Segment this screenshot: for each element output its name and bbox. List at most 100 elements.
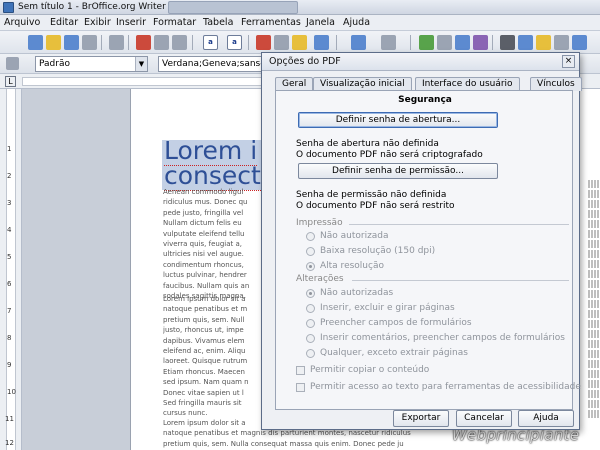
tab-vinculos[interactable]: Vínculos: [530, 77, 582, 91]
navigator-icon[interactable]: [518, 35, 533, 50]
permission-restriction-status: O documento PDF não será restrito: [296, 201, 455, 211]
paragraph-2[interactable]: Lorem ipsum dolor sit a natoque penatibu…: [163, 295, 269, 420]
permission-password-status: Senha de permissão não definida: [296, 190, 447, 200]
paragraph-line: sed ipsum. Nam quam n: [163, 378, 249, 387]
export-pdf-icon[interactable]: [136, 35, 151, 50]
menu-formatar[interactable]: Formatar: [153, 17, 196, 28]
radio-changes-fill-forms[interactable]: [306, 319, 315, 328]
nonprinting-characters-icon[interactable]: [572, 35, 587, 50]
dialog-tabs: Geral Visualização inicial Interface do …: [275, 75, 582, 91]
checkbox-allow-accessibility[interactable]: [296, 383, 305, 392]
paragraph-line: ridiculus mus. Donec qu: [163, 198, 248, 207]
radio-changes-any[interactable]: [306, 349, 315, 358]
styles-formatting-icon[interactable]: [6, 57, 19, 70]
ruler-number: 2: [7, 172, 12, 180]
changes-fill-forms-label: Preencher campos de formulários: [320, 318, 472, 328]
undo-icon[interactable]: [351, 35, 366, 50]
paragraph-line: vulputate eleifend tellu: [163, 229, 245, 238]
ruler-number: 8: [7, 334, 12, 342]
checkbox-allow-copy[interactable]: [296, 366, 305, 375]
ruler-number: 11: [5, 415, 14, 423]
menu-ferramentas[interactable]: Ferramentas: [241, 17, 301, 28]
show-draw-functions-icon[interactable]: [455, 35, 470, 50]
font-name-select[interactable]: Verdana;Geneva;sans-s: [158, 56, 263, 72]
tab-geral[interactable]: Geral: [275, 77, 314, 91]
page-preview-icon[interactable]: [172, 35, 187, 50]
paragraph-line: Lorem ipsum dolor sit a: [163, 295, 246, 303]
close-icon[interactable]: ×: [562, 55, 575, 68]
spellcheck-icon[interactable]: a: [203, 35, 218, 50]
ruler-strip[interactable]: [22, 77, 262, 86]
menu-arquivo[interactable]: Arquivo: [4, 17, 40, 28]
allow-accessibility-label: Permitir acesso ao texto para ferramenta…: [310, 382, 581, 392]
cancel-button[interactable]: Cancelar: [456, 410, 512, 427]
paragraph-line: pede justo, fringilla vel: [163, 208, 244, 217]
ruler-number: 1: [7, 145, 12, 153]
set-permission-password-button[interactable]: Definir senha de permissão...: [298, 163, 498, 179]
toolbar-separator: [248, 35, 249, 50]
document-heading[interactable]: Lorem i consect: [164, 136, 261, 191]
toolbar-separator: [128, 35, 129, 50]
open-folder-icon[interactable]: [46, 35, 61, 50]
gallery-icon[interactable]: [536, 35, 551, 50]
paragraph-line: natoque penatibus et m: [163, 305, 248, 314]
hyperlink-icon[interactable]: [419, 35, 434, 50]
set-open-password-button[interactable]: Definir senha de abertura...: [298, 112, 498, 128]
toolbar-separator: [192, 35, 193, 50]
security-panel: Segurança Definir senha de abertura... S…: [275, 90, 581, 410]
paste-icon[interactable]: [292, 35, 307, 50]
background-window-tab[interactable]: [168, 1, 298, 14]
toolbar-separator: [492, 35, 493, 50]
tab-visualizacao-inicial[interactable]: Visualização inicial: [313, 77, 412, 91]
ruler-number: 9: [7, 361, 12, 369]
chevron-down-icon[interactable]: ▼: [135, 57, 147, 71]
format-paintbrush-icon[interactable]: [314, 35, 329, 50]
find-replace-binoculars-icon[interactable]: [500, 35, 515, 50]
open-password-encryption-status: O documento PDF não será criptografado: [296, 150, 483, 160]
email-icon[interactable]: [82, 35, 97, 50]
menu-ajuda[interactable]: Ajuda: [343, 17, 370, 28]
table-icon[interactable]: [437, 35, 452, 50]
font-name-value: Verdana;Geneva;sans-s: [162, 59, 263, 69]
menu-bar: Arquivo Editar Exibir Inserir Formatar T…: [0, 15, 600, 31]
edit-file-icon[interactable]: [109, 35, 124, 50]
export-button[interactable]: Exportar: [393, 410, 449, 427]
print-icon[interactable]: [154, 35, 169, 50]
radio-changes-comments[interactable]: [306, 334, 315, 343]
allow-copy-label: Permitir copiar o conteúdo: [310, 365, 430, 375]
paragraph-style-select[interactable]: Padrão ▼: [35, 56, 148, 72]
save-icon[interactable]: [64, 35, 79, 50]
new-document-icon[interactable]: [28, 35, 43, 50]
tab-interface-usuario[interactable]: Interface do usuário: [415, 77, 520, 91]
data-sources-icon[interactable]: [554, 35, 569, 50]
radio-print-high-res[interactable]: [306, 262, 315, 271]
dialog-title: Opções do PDF: [269, 56, 341, 67]
chart-icon[interactable]: [473, 35, 488, 50]
paragraph-line: pretium quis, sem. Null: [163, 315, 245, 324]
menu-tabela[interactable]: Tabela: [203, 17, 233, 28]
title-bar: Sem título 1 - BrOffice.org Writer: [0, 0, 600, 15]
help-button[interactable]: Ajuda: [518, 410, 574, 427]
group-divider: [352, 280, 569, 281]
print-not-allowed-label: Não autorizada: [320, 231, 389, 241]
radio-print-not-allowed[interactable]: [306, 232, 315, 241]
menu-janela[interactable]: Janela: [306, 17, 335, 28]
tab-stop-selector[interactable]: L: [5, 76, 16, 87]
cut-icon[interactable]: [256, 35, 271, 50]
radio-changes-not-allowed[interactable]: [306, 289, 315, 298]
radio-print-low-res[interactable]: [306, 247, 315, 256]
radio-changes-insert-delete[interactable]: [306, 304, 315, 313]
menu-exibir[interactable]: Exibir: [84, 17, 111, 28]
ruler-number: 3: [7, 199, 12, 207]
open-password-status: Senha de abertura não definida: [296, 139, 439, 149]
paragraph-line: condimentum rhoncus,: [163, 260, 244, 269]
menu-editar[interactable]: Editar: [50, 17, 78, 28]
toolbar-separator: [410, 35, 411, 50]
standard-toolbar: a a: [0, 31, 600, 54]
redo-icon[interactable]: [381, 35, 396, 50]
copy-icon[interactable]: [274, 35, 289, 50]
menu-inserir[interactable]: Inserir: [116, 17, 146, 28]
paragraph-line: faucibus. Nullam quis an: [163, 281, 250, 290]
paragraph-1[interactable]: Aenean commodo ligul ridiculus mus. Done…: [163, 188, 269, 302]
autospellcheck-icon[interactable]: a: [227, 35, 242, 50]
